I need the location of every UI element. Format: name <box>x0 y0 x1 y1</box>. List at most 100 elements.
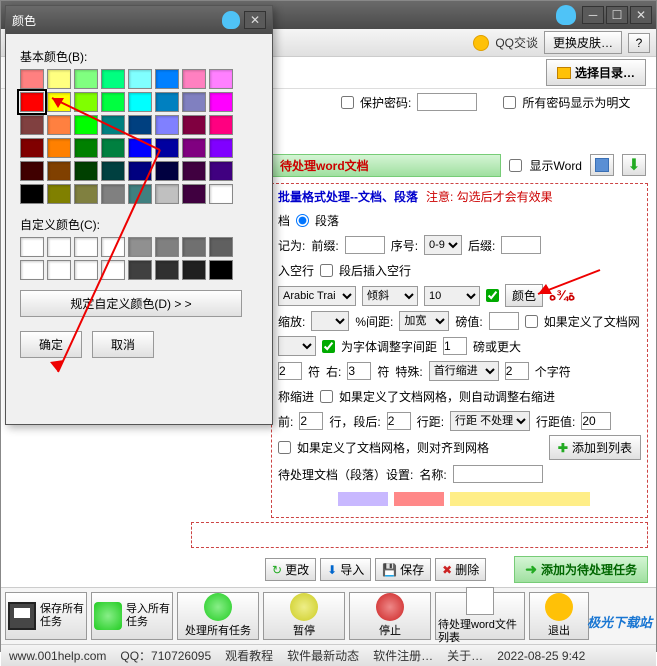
suffix-input[interactable] <box>501 236 541 254</box>
exit-button[interactable]: 退出 <box>529 592 589 640</box>
zoom-select[interactable] <box>311 311 349 331</box>
import-button[interactable]: ⬇导入 <box>320 558 371 581</box>
color-swatch[interactable] <box>209 184 233 204</box>
status-about[interactable]: 关于… <box>447 647 483 664</box>
select-dir-button[interactable]: 选择目录… <box>546 59 646 86</box>
custom-color-swatch[interactable] <box>209 260 233 280</box>
custom-color-swatch[interactable] <box>20 260 44 280</box>
pause-button[interactable]: 暂停 <box>263 592 345 640</box>
close-button[interactable]: ✕ <box>630 6 652 24</box>
protect-input[interactable] <box>417 93 477 111</box>
color-swatch[interactable] <box>182 69 206 89</box>
color-swatch[interactable] <box>20 69 44 89</box>
help-button[interactable]: ? <box>628 33 650 53</box>
maximize-button[interactable]: ☐ <box>606 6 628 24</box>
minimize-button[interactable]: ─ <box>582 6 604 24</box>
status-news[interactable]: 软件最新动态 <box>287 647 359 664</box>
color-swatch[interactable] <box>128 138 152 158</box>
color-swatch[interactable] <box>155 92 179 112</box>
add-task-button[interactable]: ➜ 添加为待处理任务 <box>514 556 648 583</box>
stop-button[interactable]: 停止 <box>349 592 431 640</box>
adjust-checkbox[interactable] <box>322 340 335 353</box>
para-radio[interactable] <box>296 214 309 227</box>
color-swatch[interactable] <box>128 92 152 112</box>
change-button[interactable]: ↻更改 <box>265 558 316 581</box>
color-swatch[interactable] <box>47 138 71 158</box>
widen-select[interactable]: 加宽 <box>399 311 449 331</box>
color-swatch[interactable] <box>20 115 44 135</box>
color-swatch[interactable] <box>74 69 98 89</box>
custom-color-swatch[interactable] <box>182 237 206 257</box>
show-word-checkbox[interactable] <box>509 159 522 172</box>
grid-align-checkbox[interactable] <box>278 441 291 454</box>
custom-color-swatch[interactable] <box>128 237 152 257</box>
color-swatch[interactable] <box>101 138 125 158</box>
special-count-input[interactable] <box>505 362 529 380</box>
color-swatch[interactable] <box>101 161 125 181</box>
custom-color-swatch[interactable] <box>101 260 125 280</box>
dialog-close-button[interactable]: ✕ <box>244 11 266 29</box>
qq-link[interactable]: QQ交谈 <box>495 34 538 51</box>
color-swatch[interactable] <box>182 115 206 135</box>
color-swatch[interactable] <box>74 161 98 181</box>
save-all-button[interactable]: 保存所有任务 <box>5 592 87 640</box>
adj-select[interactable] <box>278 336 316 356</box>
color-swatch[interactable] <box>47 69 71 89</box>
spacing-value-input[interactable] <box>581 412 611 430</box>
skin-button[interactable]: 更换皮肤… <box>544 31 622 54</box>
save-button[interactable]: 💾保存 <box>375 558 431 581</box>
color-swatch[interactable] <box>155 184 179 204</box>
before-input[interactable] <box>299 412 323 430</box>
color-swatch[interactable] <box>128 184 152 204</box>
custom-color-swatch[interactable] <box>182 260 206 280</box>
color-swatch[interactable] <box>74 138 98 158</box>
color-swatch[interactable] <box>74 115 98 135</box>
font-select[interactable]: Arabic Trai <box>278 286 356 306</box>
color-swatch[interactable] <box>20 184 44 204</box>
cancel-button[interactable]: 取消 <box>92 331 154 358</box>
status-tutorial[interactable]: 观看教程 <box>225 647 273 664</box>
prefix-input[interactable] <box>345 236 385 254</box>
color-swatch[interactable] <box>155 69 179 89</box>
after-input[interactable] <box>387 412 411 430</box>
word-list-button[interactable]: 待处理word文件列表 <box>435 592 525 640</box>
color-swatch[interactable] <box>47 184 71 204</box>
seq-select[interactable]: 0-9 <box>424 235 462 255</box>
color-swatch[interactable] <box>128 69 152 89</box>
spacing-select[interactable]: 行距 不处理 <box>450 411 530 431</box>
custom-color-swatch[interactable] <box>47 260 71 280</box>
custom-color-swatch[interactable] <box>74 260 98 280</box>
color-checkbox[interactable] <box>486 289 499 302</box>
after-space-checkbox[interactable] <box>320 264 333 277</box>
define-custom-button[interactable]: 规定自定义颜色(D) > > <box>20 290 242 317</box>
save-word-button[interactable] <box>590 154 614 176</box>
color-swatch[interactable] <box>74 92 98 112</box>
name-input[interactable] <box>453 465 543 483</box>
color-swatch[interactable] <box>47 92 71 112</box>
exact-input[interactable] <box>489 312 519 330</box>
color-swatch[interactable] <box>155 161 179 181</box>
color-swatch[interactable] <box>182 138 206 158</box>
color-swatch[interactable] <box>182 161 206 181</box>
custom-color-swatch[interactable] <box>209 237 233 257</box>
special-select[interactable]: 首行缩进 <box>429 361 499 381</box>
color-swatch[interactable] <box>20 92 44 112</box>
color-swatch[interactable] <box>20 138 44 158</box>
color-swatch[interactable] <box>128 115 152 135</box>
custom-color-swatch[interactable] <box>155 260 179 280</box>
style-select[interactable]: 倾斜 <box>362 286 418 306</box>
delete-button[interactable]: ✖删除 <box>435 558 486 581</box>
color-swatch[interactable] <box>209 161 233 181</box>
custom-color-swatch[interactable] <box>47 237 71 257</box>
right-indent-input[interactable] <box>347 362 371 380</box>
color-swatch[interactable] <box>209 115 233 135</box>
custom-color-swatch[interactable] <box>155 237 179 257</box>
color-swatch[interactable] <box>101 115 125 135</box>
color-swatch[interactable] <box>209 92 233 112</box>
color-swatch[interactable] <box>155 138 179 158</box>
pound-input[interactable] <box>443 337 467 355</box>
color-swatch[interactable] <box>182 184 206 204</box>
process-all-button[interactable]: 处理所有任务 <box>177 592 259 640</box>
custom-color-swatch[interactable] <box>128 260 152 280</box>
color-swatch[interactable] <box>182 92 206 112</box>
